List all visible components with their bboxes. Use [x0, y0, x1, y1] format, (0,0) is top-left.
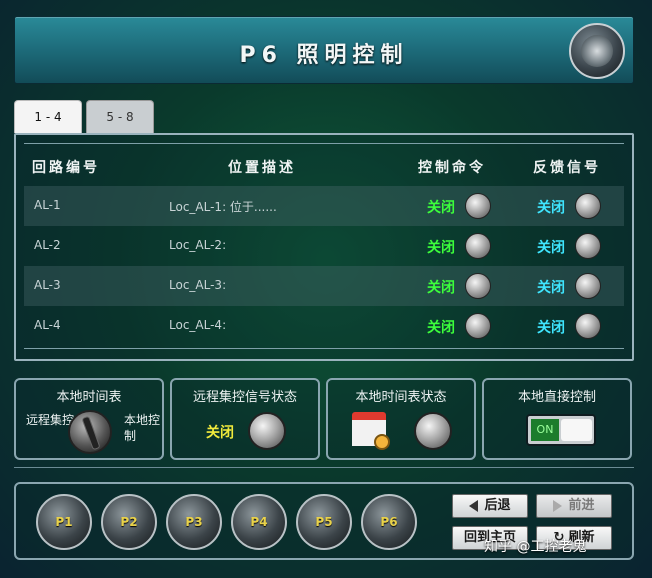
- back-button[interactable]: 后退: [452, 494, 528, 518]
- control-lamp-icon[interactable]: [465, 313, 491, 339]
- logo-icon: [569, 23, 625, 79]
- knob-grip: [81, 415, 101, 451]
- remote-status-box: 远程集控信号状态 关闭: [170, 378, 320, 460]
- watermark: 知乎 @工控老鬼: [484, 539, 587, 555]
- schedule-status-lamp-icon: [414, 412, 452, 450]
- circuit-id: AL-3: [34, 278, 61, 292]
- forward-arrow-icon: [553, 499, 563, 512]
- table-row: AL-2 Loc_AL-2: 关闭 关闭: [24, 226, 624, 266]
- back-label: 后退: [484, 498, 511, 513]
- tab-1-4[interactable]: 1 - 4: [14, 100, 82, 133]
- local-schedule-box: 本地时间表 远程集控 本地控制: [14, 378, 164, 460]
- tab-5-8[interactable]: 5 - 8: [86, 100, 154, 133]
- control-status: 关闭: [427, 200, 455, 216]
- feedback-lamp-icon: [575, 193, 601, 219]
- feedback-status: 关闭: [537, 280, 565, 296]
- box-title: 远程集控信号状态: [192, 390, 297, 405]
- feedback-status: 关闭: [537, 240, 565, 256]
- circuit-id: AL-1: [34, 198, 61, 212]
- calendar-top: [352, 412, 386, 420]
- page-button-p4[interactable]: P4: [231, 494, 287, 550]
- schedule-status-box: 本地时间表状态: [326, 378, 476, 460]
- toggle-knob: [561, 419, 592, 441]
- circuit-table-panel: 回路编号 位置描述 控制命令 反馈信号 AL-1 Loc_AL-1: 位于...…: [14, 133, 634, 361]
- divider: [14, 467, 634, 468]
- table-row: AL-1 Loc_AL-1: 位于...... 关闭 关闭: [24, 186, 624, 226]
- control-status: 关闭: [427, 280, 455, 296]
- forward-button[interactable]: 前进: [536, 494, 612, 518]
- logo-inner: [581, 35, 613, 67]
- selector-switch[interactable]: [68, 410, 112, 454]
- page-button-p1[interactable]: P1: [36, 494, 92, 550]
- control-lamp-icon[interactable]: [465, 273, 491, 299]
- forward-label: 前进: [568, 498, 595, 513]
- divider: [24, 143, 624, 144]
- remote-status-value: 关闭: [206, 425, 234, 441]
- remote-status-lamp-icon: [248, 412, 286, 450]
- feedback-lamp-icon: [575, 313, 601, 339]
- control-lamp-icon[interactable]: [465, 193, 491, 219]
- page-button-p3[interactable]: P3: [166, 494, 222, 550]
- box-title: 本地时间表状态: [355, 390, 447, 405]
- remote-label: 远程集控: [26, 413, 75, 427]
- header-circuit-id: 回路编号: [32, 160, 100, 176]
- page-button-p6[interactable]: P6: [361, 494, 417, 550]
- calendar-icon: [352, 412, 390, 450]
- circuit-id: AL-2: [34, 238, 61, 252]
- page-button-p2[interactable]: P2: [101, 494, 157, 550]
- box-title: 本地直接控制: [517, 390, 596, 405]
- header-control-cmd: 控制命令: [418, 160, 486, 176]
- table-row: AL-4 Loc_AL-4: 关闭 关闭: [24, 306, 624, 346]
- control-status: 关闭: [427, 320, 455, 336]
- circuit-id: AL-4: [34, 318, 61, 332]
- location-desc: Loc_AL-1: 位于......: [169, 200, 277, 214]
- control-status: 关闭: [427, 240, 455, 256]
- location-desc: Loc_AL-3:: [169, 278, 227, 292]
- feedback-lamp-icon: [575, 233, 601, 259]
- direct-control-toggle[interactable]: ON: [526, 414, 596, 446]
- page-title: P6 照明控制: [239, 43, 409, 68]
- table-row: AL-3 Loc_AL-3: 关闭 关闭: [24, 266, 624, 306]
- feedback-status: 关闭: [537, 200, 565, 216]
- toggle-on-label: ON: [531, 419, 559, 441]
- local-label: 本地控制: [124, 413, 161, 443]
- back-arrow-icon: [469, 499, 479, 512]
- page-button-p5[interactable]: P5: [296, 494, 352, 550]
- feedback-lamp-icon: [575, 273, 601, 299]
- location-desc: Loc_AL-4:: [169, 318, 227, 332]
- clock-icon: [374, 434, 390, 450]
- location-desc: Loc_AL-2:: [169, 238, 227, 252]
- control-lamp-icon[interactable]: [465, 233, 491, 259]
- feedback-status: 关闭: [537, 320, 565, 336]
- header-feedback: 反馈信号: [533, 160, 601, 176]
- direct-control-box: 本地直接控制 ON: [482, 378, 632, 460]
- divider: [24, 348, 624, 349]
- header-location: 位置描述: [228, 160, 296, 176]
- title-bar: P6 照明控制: [14, 16, 634, 84]
- box-title: 本地时间表: [56, 390, 122, 405]
